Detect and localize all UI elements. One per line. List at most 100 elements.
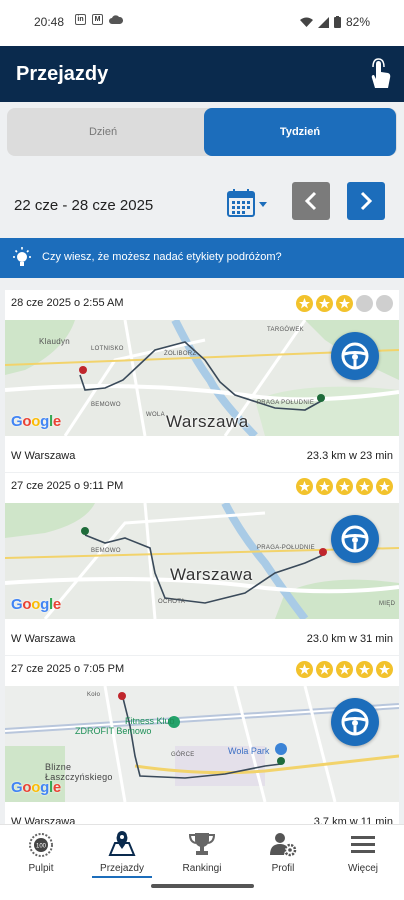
map-label: ŻOLIBORZ <box>164 351 197 357</box>
google-logo: Google <box>11 413 61 430</box>
nav-label: Rankingi <box>182 863 222 874</box>
tab-day[interactable]: Dzień <box>7 108 199 156</box>
steering-wheel-icon <box>341 342 369 370</box>
map-city-label: Warszawa <box>170 565 253 584</box>
star-filled-icon <box>316 661 333 678</box>
trip-card[interactable]: 27 cze 2025 o 9:11 PM BEMOWO OCHOTA PRAG… <box>5 473 399 655</box>
trip-card[interactable]: 28 cze 2025 o 2:55 AM Klaudyn LOTNISKO B… <box>5 290 399 472</box>
status-time: 20:48 <box>34 15 65 29</box>
chevron-right-icon <box>360 191 373 211</box>
google-logo: Google <box>11 779 61 796</box>
wifi-icon <box>299 17 313 27</box>
trip-map[interactable]: BEMOWO OCHOTA PRAGA-POŁUDNIE MIĘD Warsza… <box>5 503 399 619</box>
cloud-icon <box>109 15 123 24</box>
map-city-label: Warszawa <box>166 412 249 431</box>
star-filled-icon <box>336 661 353 678</box>
home-indicator[interactable] <box>151 884 254 888</box>
trip-map[interactable]: Koło Fitness Klub ZDROFIT Bemowo Wola Pa… <box>5 686 399 802</box>
map-label: TARGÓWEK <box>267 327 304 333</box>
map-label: PRAGA-POŁUDNIE <box>257 545 315 551</box>
map-label: Klaudyn <box>39 337 71 346</box>
nav-label: Pulpit <box>28 863 54 874</box>
trip-distance-duration: 23.3 km w 23 min <box>306 450 393 462</box>
star-filled-icon <box>336 295 353 312</box>
battery-icon <box>333 16 341 28</box>
trip-area: W Warszawa <box>11 450 76 462</box>
google-logo: Google <box>11 596 61 613</box>
trip-date: 27 cze 2025 o 9:11 PM <box>11 480 124 492</box>
driving-mode-button[interactable] <box>331 698 379 746</box>
touch-gesture-icon[interactable] <box>364 58 392 90</box>
poi-label: Fitness Klub <box>125 716 175 726</box>
steering-wheel-icon <box>341 525 369 553</box>
star-filled-icon <box>316 295 333 312</box>
profile-settings-icon <box>270 833 297 857</box>
trip-area: W Warszawa <box>11 633 76 645</box>
map-label: PRAGA POŁUDNIE <box>257 400 315 406</box>
star-filled-icon <box>296 661 313 678</box>
star-filled-icon <box>336 478 353 495</box>
map-icon <box>108 831 136 856</box>
map-label: GÓRCE <box>171 752 195 758</box>
status-bar: 20:48 in M 82% <box>0 0 404 46</box>
tip-text: Czy wiesz, że możesz nadać etykiety podr… <box>42 251 282 263</box>
map-label: BEMOWO <box>91 402 121 408</box>
poi-label: Wola Park <box>228 746 270 756</box>
trip-rating <box>296 478 393 495</box>
tip-banner[interactable]: Czy wiesz, że możesz nadać etykiety podr… <box>0 238 404 278</box>
nav-item-przejazdy[interactable]: Przejazdy <box>82 825 162 879</box>
trip-map[interactable]: Klaudyn LOTNISKO BEMOWO WOLA ŻOLIBORZ TA… <box>5 320 399 436</box>
previous-week-button[interactable] <box>292 182 330 220</box>
lightbulb-icon <box>13 247 31 266</box>
driving-mode-button[interactable] <box>331 332 379 380</box>
trip-card[interactable]: 27 cze 2025 o 7:05 PM Koło Fitness Klub … <box>5 656 399 828</box>
trip-distance-duration: 23.0 km w 31 min <box>306 633 393 645</box>
nav-item-wiecej[interactable]: Więcej <box>323 825 403 879</box>
mail-icon: M <box>92 14 103 25</box>
steering-wheel-icon <box>341 708 369 736</box>
map-label: LOTNISKO <box>91 346 124 352</box>
star-filled-icon <box>316 478 333 495</box>
page-title: Przejazdy <box>16 63 109 85</box>
bottom-navigation: 100 Pulpit Przejazdy Rankingi Profil Wię… <box>0 824 404 878</box>
next-week-button[interactable] <box>347 182 385 220</box>
star-filled-icon <box>376 661 393 678</box>
star-filled-icon <box>356 661 373 678</box>
status-right: 82% <box>299 15 370 29</box>
driving-mode-button[interactable] <box>331 515 379 563</box>
chevron-left-icon <box>304 191 317 211</box>
tab-week[interactable]: Tydzień <box>204 108 396 156</box>
trip-rating <box>296 295 393 312</box>
star-empty-icon <box>376 295 393 312</box>
nav-item-rankingi[interactable]: Rankingi <box>162 825 242 879</box>
date-range-row: 22 cze - 28 cze 2025 <box>0 182 404 226</box>
star-filled-icon <box>376 478 393 495</box>
calendar-icon <box>227 189 267 217</box>
trip-rating <box>296 661 393 678</box>
star-filled-icon <box>356 478 373 495</box>
nav-label: Więcej <box>347 863 378 874</box>
map-label: OCHOTA <box>158 599 186 605</box>
svg-text:100: 100 <box>36 844 47 850</box>
map-label: MIĘD <box>379 601 396 607</box>
app-header: Przejazdy <box>0 46 404 102</box>
menu-icon <box>351 836 375 853</box>
trip-summary: W Warszawa 23.0 km w 31 min <box>5 619 399 655</box>
notification-icons: in M <box>75 14 123 26</box>
star-filled-icon <box>296 478 313 495</box>
signal-icon <box>317 16 329 28</box>
nav-item-pulpit[interactable]: 100 Pulpit <box>1 825 81 879</box>
linkedin-icon: in <box>75 14 86 25</box>
battery-percent: 82% <box>345 15 370 29</box>
trip-date: 27 cze 2025 o 7:05 PM <box>11 663 125 675</box>
date-range-label: 22 cze - 28 cze 2025 <box>14 197 154 214</box>
poi-label: ZDROFIT Bemowo <box>75 726 152 736</box>
trip-date: 28 cze 2025 o 2:55 AM <box>11 297 124 309</box>
nav-label: Przejazdy <box>100 863 144 874</box>
map-label: WOLA <box>146 412 165 418</box>
period-selector: Dzień Tydzień <box>7 108 397 156</box>
star-empty-icon <box>356 295 373 312</box>
nav-label: Profil <box>271 863 295 874</box>
nav-item-profil[interactable]: Profil <box>243 825 323 879</box>
calendar-picker-button[interactable] <box>227 188 269 220</box>
